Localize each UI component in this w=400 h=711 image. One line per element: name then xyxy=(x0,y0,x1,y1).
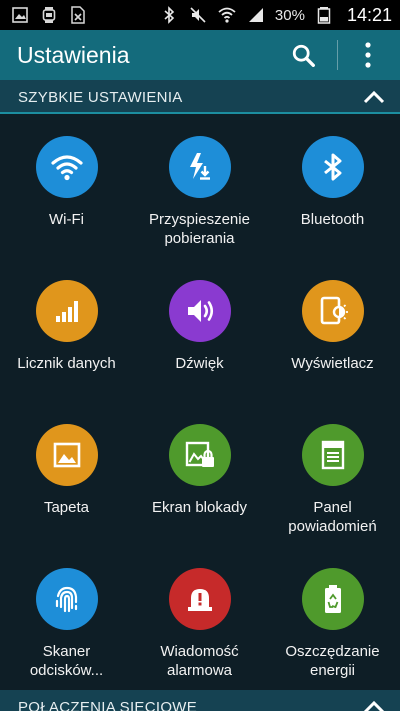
display-icon xyxy=(320,296,348,325)
tile-notification-panel[interactable]: Panel powiadomień xyxy=(266,402,399,546)
tile-icon-circle xyxy=(35,136,98,198)
download-booster-icon xyxy=(189,153,210,180)
tile-display[interactable]: Wyświetlacz xyxy=(266,258,399,402)
tile-label: Ekran blokady xyxy=(151,499,248,516)
tile-icon-circle xyxy=(301,136,364,198)
tile-label: Skaner odcisków... xyxy=(29,643,104,679)
tile-label: Dźwięk xyxy=(175,355,224,372)
tile-label: Panel powiadomień xyxy=(288,499,377,535)
tile-label: Bluetooth xyxy=(300,211,365,228)
lock-screen-icon xyxy=(185,441,214,467)
signal-icon xyxy=(246,5,266,25)
tile-icon-circle xyxy=(301,568,364,630)
tile-label: Licznik danych xyxy=(17,355,116,372)
watch-icon xyxy=(39,5,59,25)
status-bar: 30% 14:21 xyxy=(0,0,400,30)
section-label: POŁĄCZENIA SIECIOWE xyxy=(18,699,198,711)
wallpaper-icon xyxy=(53,442,80,468)
tile-icon-circle xyxy=(168,280,231,342)
battery-percent: 30% xyxy=(274,6,305,24)
data-usage-icon xyxy=(55,301,78,322)
tile-icon-circle xyxy=(301,280,364,342)
tile-icon-circle xyxy=(35,568,98,630)
tile-icon-circle xyxy=(168,568,231,630)
tile-wifi[interactable]: Wi-Fi xyxy=(0,114,133,258)
tile-wallpaper[interactable]: Tapeta xyxy=(0,402,133,546)
page-title: Ustawienia xyxy=(17,42,130,68)
power-saving-icon xyxy=(324,585,341,613)
tile-lock-screen[interactable]: Ekran blokady xyxy=(133,402,266,546)
tile-power-saving[interactable]: Oszczędzanie energii xyxy=(266,546,399,690)
wifi-icon xyxy=(217,5,237,25)
section-label: SZYBKIE USTAWIENIA xyxy=(18,89,183,106)
search-button[interactable] xyxy=(290,42,318,70)
bluetooth-icon xyxy=(159,5,179,25)
system-icons: 30% 14:21 xyxy=(159,5,392,26)
more-vertical-icon xyxy=(365,42,371,68)
tile-bluetooth[interactable]: Bluetooth xyxy=(266,114,399,258)
action-bar-divider xyxy=(337,40,338,70)
tile-label: Wi-Fi xyxy=(49,211,84,228)
tile-label: Wyświetlacz xyxy=(291,355,374,372)
quick-settings-grid: Wi-Fi Przyspieszenie pobierania Bluetoot… xyxy=(0,114,400,690)
emergency-icon xyxy=(187,589,212,611)
notification-icons xyxy=(10,5,88,25)
wifi-icon xyxy=(50,155,83,181)
fingerprint-icon xyxy=(55,586,77,613)
tile-icon-circle xyxy=(35,280,98,342)
spreadsheet-icon xyxy=(68,5,88,25)
chevron-up-icon xyxy=(363,700,385,711)
action-bar: Ustawienia xyxy=(0,30,400,80)
tile-icon-circle xyxy=(168,424,231,486)
section-header-quick-settings[interactable]: SZYBKIE USTAWIENIA xyxy=(0,80,400,114)
tile-label: Tapeta xyxy=(43,499,90,516)
tile-data-usage[interactable]: Licznik danych xyxy=(0,258,133,402)
tile-icon-circle xyxy=(301,424,364,486)
tile-emergency-message[interactable]: Wiadomość alarmowa xyxy=(133,546,266,690)
tile-label: Oszczędzanie energii xyxy=(285,643,380,679)
battery-icon xyxy=(314,5,334,25)
notification-panel-icon xyxy=(321,440,344,470)
section-header-network-connections[interactable]: POŁĄCZENIA SIECIOWE xyxy=(0,690,400,711)
tile-label: Przyspieszenie pobierania xyxy=(149,211,250,247)
more-options-button[interactable] xyxy=(356,40,380,70)
tile-icon-circle xyxy=(168,136,231,198)
gallery-icon xyxy=(10,5,30,25)
mute-icon xyxy=(188,5,208,25)
volume-icon xyxy=(187,300,213,322)
tile-fingerprint-scanner[interactable]: Skaner odcisków... xyxy=(0,546,133,690)
clock: 14:21 xyxy=(346,4,392,25)
chevron-up-icon xyxy=(363,90,385,104)
tile-icon-circle xyxy=(35,424,98,486)
tile-label: Wiadomość alarmowa xyxy=(160,643,239,679)
search-icon xyxy=(292,44,315,67)
tile-sound[interactable]: Dźwięk xyxy=(133,258,266,402)
tile-download-booster[interactable]: Przyspieszenie pobierania xyxy=(133,114,266,258)
bluetooth-icon xyxy=(323,153,341,181)
